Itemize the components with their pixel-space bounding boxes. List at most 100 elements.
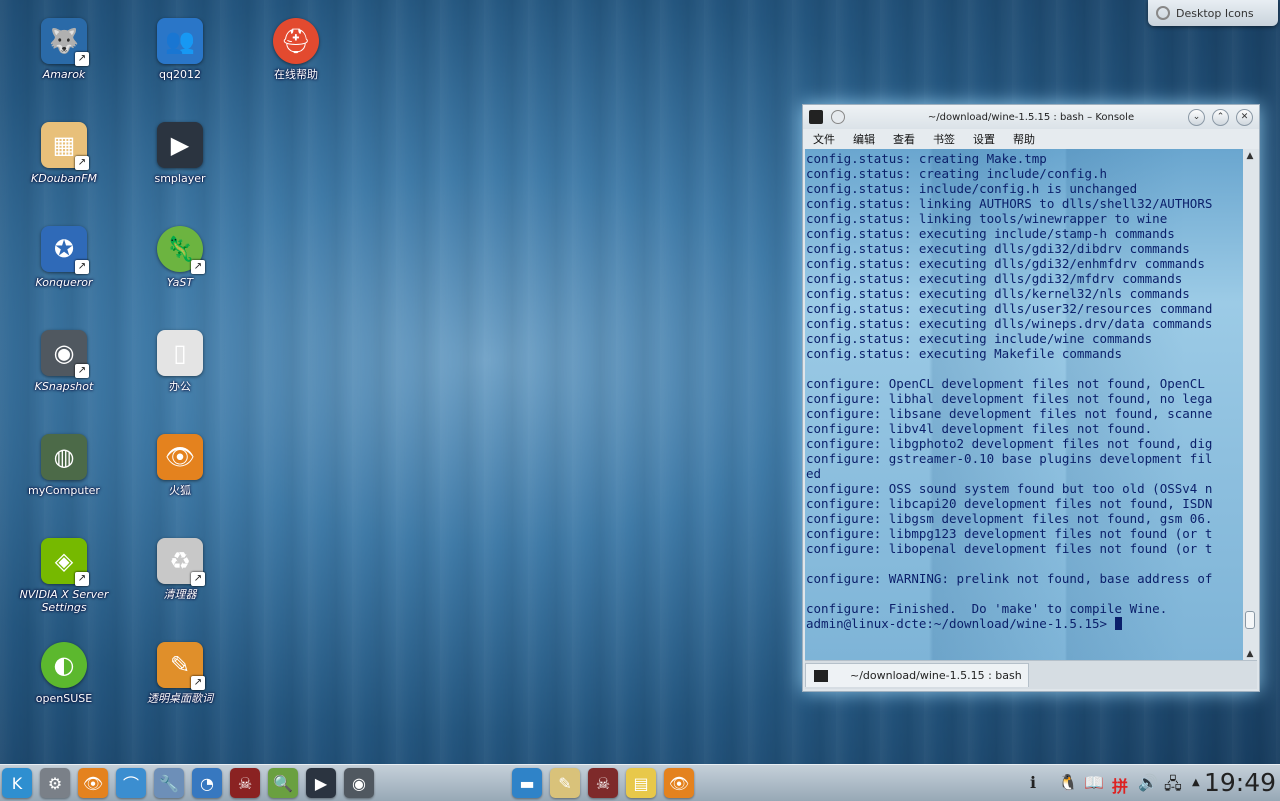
tab-bash[interactable]: ~/download/wine-1.5.15 : bash	[805, 663, 1029, 687]
desktop-icon-label: Amarok	[42, 68, 86, 81]
desktop-icon-label: 火狐	[169, 484, 191, 497]
minimize-button[interactable]: ⌄	[1188, 109, 1205, 126]
desktop-icon-qq2012[interactable]: 👥 qq2012	[130, 18, 230, 81]
shortcut-arrow-icon: ↗	[191, 260, 205, 274]
app-icon: ♻ ↗	[157, 538, 205, 586]
dolphin-icon[interactable]: ⌒	[116, 768, 146, 798]
app-icon: ▶	[157, 122, 203, 168]
info-icon[interactable]: ℹ	[1030, 773, 1036, 792]
konsole-window[interactable]: ~/download/wine-1.5.15 : bash – Konsole …	[802, 104, 1260, 692]
konqueror-icon[interactable]: ◔	[192, 768, 222, 798]
desktop-icon-konqueror[interactable]: ✪ ↗ Konqueror	[14, 226, 114, 289]
scrollbar-thumb[interactable]	[1245, 611, 1255, 629]
ksnapshot-icon[interactable]: ◉	[344, 768, 374, 798]
input-method-icon[interactable]: 拼	[1112, 773, 1128, 797]
maximize-button[interactable]: ⌃	[1212, 109, 1229, 126]
menubar: 文件 编辑 查看 书签 设置 帮助	[803, 129, 1259, 149]
desktop-icon-nvidia-x-server-settings[interactable]: ◈ ↗ NVIDIA X Server Settings	[14, 538, 114, 614]
shortcut-arrow-icon: ↗	[191, 676, 205, 690]
menu-view[interactable]: 查看	[893, 131, 915, 147]
shortcut-arrow-icon: ↗	[75, 260, 89, 274]
terminal-scrollbar[interactable]: ▲ ▲	[1243, 149, 1257, 661]
volume-icon[interactable]: 🔊	[1138, 773, 1158, 792]
wine-task-icon[interactable]: ☠	[588, 768, 618, 798]
app-icon: ⛑	[273, 18, 319, 64]
desktop-icon-label: 办公	[169, 380, 191, 393]
app-icon: ◍	[41, 434, 87, 480]
shortcut-arrow-icon: ↗	[75, 156, 89, 170]
dictionary-icon[interactable]: 📖	[1084, 773, 1104, 792]
desktop-icon-label: smplayer	[154, 172, 206, 185]
clock[interactable]: 19:49	[1204, 768, 1276, 797]
magnifier-icon[interactable]: 🔍	[268, 768, 298, 798]
systemsettings-icon[interactable]: 🔧	[154, 768, 184, 798]
tray-expand-icon[interactable]: ▲	[1192, 777, 1200, 788]
smplayer-icon[interactable]: ▶	[306, 768, 336, 798]
notes-task-icon[interactable]: ▤	[626, 768, 656, 798]
desktop-icon-label: Konqueror	[35, 276, 93, 289]
scroll-up-icon[interactable]: ▲	[1243, 149, 1257, 163]
app-icon: ✎ ↗	[157, 642, 205, 690]
desktop-icon--[interactable]: ⛑ 在线帮助	[246, 18, 346, 81]
firefox-task-icon[interactable]: 👁	[664, 768, 694, 798]
kickoff-launcher-icon[interactable]: K	[2, 768, 32, 798]
shortcut-arrow-icon: ↗	[75, 572, 89, 586]
desktop-icon-yast[interactable]: 🦎 ↗ YaST	[130, 226, 230, 289]
app-icon: ▦ ↗	[41, 122, 89, 170]
desktop-icon--[interactable]: ▯ 办公	[130, 330, 230, 393]
desktop-icon-kdoubanfm[interactable]: ▦ ↗ KDoubanFM	[14, 122, 114, 185]
konsole-task-icon[interactable]: ▬	[512, 768, 542, 798]
app-icon: ◉ ↗	[41, 330, 89, 378]
desktop-icon-amarok[interactable]: 🐺 ↗ Amarok	[14, 18, 114, 81]
kate-task-icon[interactable]: ✎	[550, 768, 580, 798]
desktop-icon--[interactable]: ♻ ↗ 清理器	[130, 538, 230, 601]
app-icon: ▯	[157, 330, 203, 376]
desktop-icon-opensuse[interactable]: ◐ openSUSE	[14, 642, 114, 705]
desktop-icon-smplayer[interactable]: ▶ smplayer	[130, 122, 230, 185]
menu-file[interactable]: 文件	[813, 131, 835, 147]
app-icon: ✪ ↗	[41, 226, 89, 274]
app-icon: ◐	[41, 642, 87, 688]
app-icon: ◈ ↗	[41, 538, 89, 586]
desktop-icon-ksnapshot[interactable]: ◉ ↗ KSnapshot	[14, 330, 114, 393]
gear-icon	[1156, 6, 1170, 20]
app-icon: 👥	[157, 18, 203, 64]
app-icon: 🐺 ↗	[41, 18, 89, 66]
shortcut-arrow-icon: ↗	[75, 52, 89, 66]
toolbox-label: Desktop Icons	[1176, 6, 1254, 20]
menu-bookmarks[interactable]: 书签	[933, 131, 955, 147]
menu-settings[interactable]: 设置	[973, 131, 995, 147]
taskbar-panel: K ⚙ 👁 ⌒ 🔧 ◔ ☠ 🔍 ▶ ◉ ▬ ✎ ☠ ▤ 👁 ℹ 🐧 📖 拼 🔊 🖧 ▲ 19:49	[0, 764, 1280, 801]
terminal-area[interactable]: config.status: creating Make.tmp config.…	[805, 149, 1243, 661]
desktop-icon-label: YaST	[166, 276, 194, 289]
desktop-icon-label: qq2012	[159, 68, 201, 81]
firefox-icon[interactable]: 👁	[78, 768, 108, 798]
shortcut-arrow-icon: ↗	[75, 364, 89, 378]
app-grid-icon[interactable]: ⚙	[40, 768, 70, 798]
qq-icon[interactable]: 🐧	[1058, 773, 1078, 792]
menu-help[interactable]: 帮助	[1013, 131, 1035, 147]
app-icon: 👁	[157, 434, 203, 480]
desktop-icon-label: KSnapshot	[34, 380, 94, 393]
terminal-prompt: admin@linux-dcte:~/download/wine-1.5.15>	[806, 616, 1115, 631]
desktop-icon-label: 透明桌面歌词	[147, 692, 213, 705]
desktop-icon-label: KDoubanFM	[31, 172, 97, 185]
close-button[interactable]: ✕	[1236, 109, 1253, 126]
desktop-icon-mycomputer[interactable]: ◍ myComputer	[14, 434, 114, 497]
desktop-icon-label: openSUSE	[35, 692, 93, 705]
menu-edit[interactable]: 编辑	[853, 131, 875, 147]
tab-label: ~/download/wine-1.5.15 : bash	[850, 669, 1022, 682]
scroll-down-icon[interactable]: ▲	[1243, 647, 1257, 661]
window-titlebar[interactable]: ~/download/wine-1.5.15 : bash – Konsole …	[803, 105, 1259, 129]
desktop-icon-label: 清理器	[163, 588, 197, 601]
desktop-icon--[interactable]: 👁 火狐	[130, 434, 230, 497]
tab-bar: ~/download/wine-1.5.15 : bash	[805, 660, 1257, 689]
shortcut-arrow-icon: ↗	[191, 572, 205, 586]
network-icon[interactable]: 🖧	[1164, 773, 1182, 800]
desktop-icon-label: NVIDIA X Server Settings	[19, 588, 109, 614]
app-icon: 🦎 ↗	[157, 226, 205, 274]
desktop-icons-toolbox[interactable]: Desktop Icons	[1148, 0, 1278, 26]
wine-icon[interactable]: ☠	[230, 768, 260, 798]
desktop-icon-label: myComputer	[28, 484, 100, 497]
desktop-icon--[interactable]: ✎ ↗ 透明桌面歌词	[130, 642, 230, 705]
